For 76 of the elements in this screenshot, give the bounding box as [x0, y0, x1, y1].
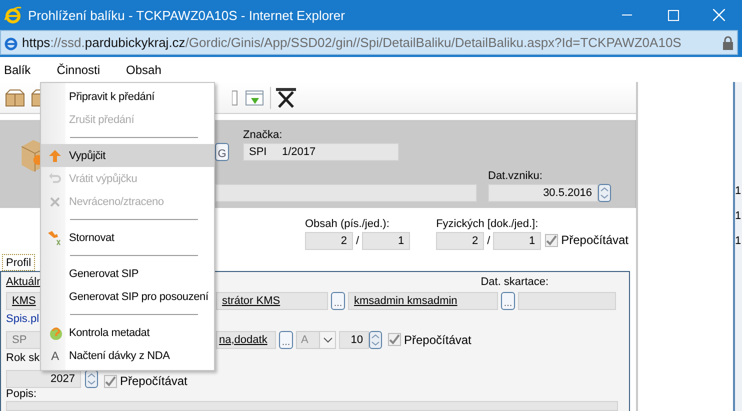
- up-down-icon: [87, 372, 96, 386]
- return-arrow-icon: [48, 172, 62, 186]
- menu-item[interactable]: Generovat SIP pro posouzení: [41, 285, 214, 308]
- minimize-icon: [622, 14, 632, 16]
- field-label: Spis.pl: [6, 313, 40, 326]
- question-icon: [47, 324, 63, 340]
- count-field[interactable]: 2: [305, 232, 353, 250]
- url-part: /Gordic/Ginis/App/SSD02/gin//Spi/DetailBaliku/DetailBaliku.aspx?Id=TCKPAWZ0A10S: [185, 35, 682, 50]
- browse-button[interactable]: ...: [279, 330, 293, 349]
- spinner-button[interactable]: [598, 184, 611, 202]
- field-label: Fyzických [dok./jed.]:: [436, 218, 540, 230]
- field-label: Dat. skartace:: [480, 276, 549, 288]
- menu-bar-item[interactable]: Balík: [0, 62, 31, 76]
- year-field[interactable]: 2027: [6, 370, 81, 388]
- description-field[interactable]: [6, 401, 618, 411]
- spinner-button[interactable]: [85, 370, 98, 388]
- maximize-icon: [668, 10, 678, 20]
- close-icon[interactable]: [275, 86, 297, 108]
- letter-icon: A: [51, 348, 59, 362]
- menu-bar-item[interactable]: Obsah: [122, 62, 162, 76]
- window-title: Prohlížení balíku - TCKPAWZ0A10S - Internet Explorer: [28, 8, 346, 22]
- list-number: 1: [735, 234, 742, 248]
- unit-field[interactable]: KMS: [6, 292, 41, 310]
- menu-item[interactable]: Vypůjčit: [41, 144, 214, 167]
- chevron-down-icon: [322, 336, 332, 343]
- discard-date-field[interactable]: [518, 292, 616, 310]
- url-part: pardubickykraj.cz: [84, 35, 186, 50]
- field-label: Dat.vzniku:: [488, 170, 544, 182]
- tab[interactable]: Profil: [2, 254, 36, 271]
- menu-item[interactable]: Kontrola metadat: [41, 321, 214, 344]
- up-down-icon: [371, 332, 380, 347]
- browse-button[interactable]: ...: [331, 292, 345, 310]
- url-part: https: [22, 35, 50, 50]
- browser-logo-icon: [4, 6, 22, 24]
- date-field[interactable]: 30.5.2016: [488, 184, 598, 202]
- recalculate-checkbox[interactable]: Přepočítávat: [388, 332, 472, 347]
- count-field[interactable]: 2: [436, 232, 484, 250]
- count-field[interactable]: 1: [493, 232, 542, 250]
- check-icon: [546, 234, 558, 246]
- reference-field[interactable]: SPI 1/2017: [243, 143, 399, 161]
- menu-item[interactable]: Připravit k předání: [41, 85, 214, 108]
- field-label: Značka:: [243, 129, 284, 141]
- close-icon: [713, 9, 725, 21]
- check-icon: [105, 376, 116, 387]
- recalculate-checkbox[interactable]: Přepočítávat: [545, 233, 628, 247]
- field-label: Popis:: [6, 388, 37, 400]
- up-down-icon: [600, 186, 609, 200]
- package-icon[interactable]: [4, 86, 26, 108]
- menu-bar-item[interactable]: Činnosti: [52, 62, 100, 76]
- code-button[interactable]: G: [215, 143, 229, 161]
- sign-field[interactable]: na,dodatk: [216, 330, 276, 349]
- slash: /: [487, 235, 490, 247]
- slash: /: [356, 235, 360, 247]
- url-part: ://ssd.: [50, 35, 85, 50]
- cross-icon: [50, 196, 60, 206]
- user-field[interactable]: kmsadmin kmsadmin: [348, 292, 498, 310]
- cancel-arrow-icon: [47, 230, 63, 246]
- list-number: 1: [735, 184, 742, 198]
- browse-button[interactable]: ...: [501, 292, 515, 310]
- check-icon: [389, 334, 400, 346]
- administrator-field[interactable]: strátor KMS: [216, 292, 328, 310]
- menu-item[interactable]: A Načtení dávky z NDA: [41, 344, 214, 367]
- list-number: 1: [735, 209, 742, 223]
- count-field[interactable]: 1: [362, 232, 410, 250]
- menu-item[interactable]: Generovat SIP: [41, 262, 214, 285]
- plan-field[interactable]: SP: [6, 330, 41, 349]
- period-field[interactable]: 10: [339, 330, 369, 349]
- lock-icon: [722, 36, 734, 50]
- address-field[interactable]: https://ssd.pardubickykraj.cz/Gordic/Ginis/App/SSD02/gin//Spi/DetailBaliku/DetailBaliku.aspx?Id=TCKPAWZ0A10S: [0, 30, 738, 55]
- spinner-button[interactable]: [369, 330, 382, 349]
- arrow-up-icon: [48, 148, 62, 162]
- field-label: Obsah (pís./jed.):: [305, 218, 390, 230]
- text-field[interactable]: [215, 184, 477, 202]
- field-label: Rok sk: [6, 352, 40, 364]
- recalculate-checkbox[interactable]: Přepočítávat: [104, 374, 188, 388]
- menu-item[interactable]: Stornovat: [41, 226, 214, 249]
